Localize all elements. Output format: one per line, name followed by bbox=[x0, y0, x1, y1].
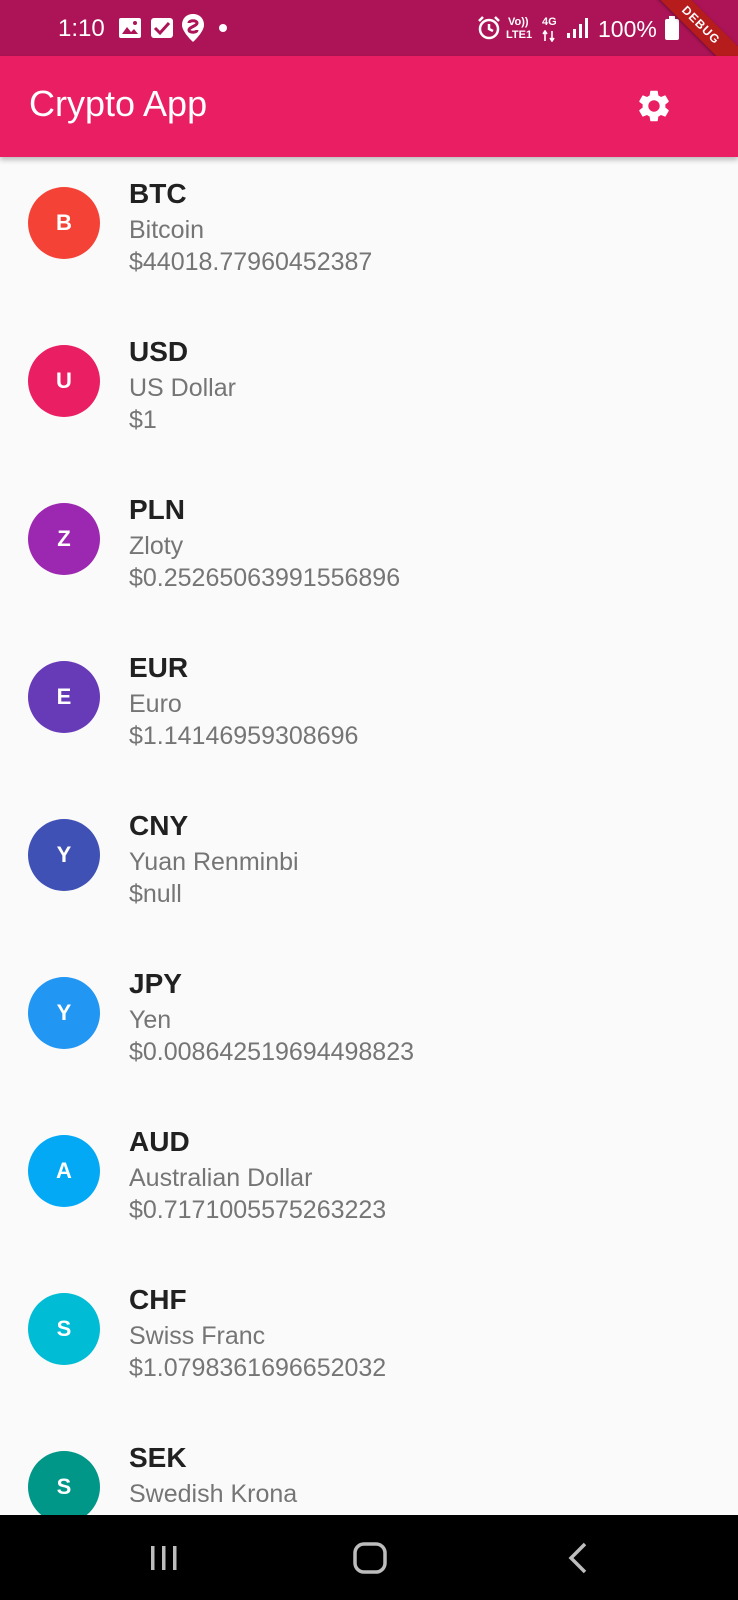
navigation-bar bbox=[0, 1515, 738, 1600]
recents-icon bbox=[151, 1546, 177, 1570]
currency-price: $0.25265063991556896 bbox=[129, 564, 401, 592]
currency-code: BTC bbox=[129, 178, 187, 209]
currency-name: Yuan Renminbi bbox=[129, 848, 299, 876]
currency-code: USD bbox=[129, 336, 189, 367]
lte-label: LTE1 bbox=[506, 29, 533, 41]
home-icon bbox=[353, 1542, 387, 1574]
currency-avatar: S bbox=[28, 1451, 100, 1515]
currency-price: $0.008642519694498823 bbox=[129, 1038, 415, 1066]
gallery-icon bbox=[118, 14, 142, 42]
currency-name: Bitcoin bbox=[129, 216, 205, 244]
status-bar: 1:10 Vo)) LTE1 4G 100% DEBUG bbox=[0, 0, 738, 86]
currency-list-item[interactable]: Y CNY Yuan Renminbi $null bbox=[0, 789, 738, 947]
currency-code: SEK bbox=[129, 1442, 187, 1473]
currency-name: Zloty bbox=[129, 532, 184, 560]
settings-button[interactable] bbox=[630, 82, 678, 130]
currency-price: $null bbox=[129, 880, 182, 908]
currency-price: $1.0798361696652032 bbox=[129, 1354, 387, 1382]
back-button[interactable] bbox=[548, 1533, 608, 1583]
signal-icon bbox=[566, 14, 590, 42]
currency-avatar: E bbox=[28, 661, 100, 733]
currency-list-item[interactable]: Z PLN Zloty $0.25265063991556896 bbox=[0, 473, 738, 631]
currency-name: Yen bbox=[129, 1006, 172, 1034]
back-icon bbox=[568, 1542, 587, 1574]
currency-code: AUD bbox=[129, 1126, 190, 1157]
currency-avatar: Z bbox=[28, 503, 100, 575]
currency-code: CHF bbox=[129, 1284, 187, 1315]
currency-price: $44018.77960452387 bbox=[129, 248, 373, 276]
checkbox-icon bbox=[150, 14, 174, 42]
currency-name: US Dollar bbox=[129, 374, 236, 402]
currency-price: $1.14146959308696 bbox=[129, 722, 359, 750]
currency-avatar: Y bbox=[28, 977, 100, 1049]
volte-label: Vo)) bbox=[508, 16, 529, 28]
currency-list-item[interactable]: B BTC Bitcoin $44018.77960452387 bbox=[0, 157, 738, 315]
currency-list-item[interactable]: S CHF Swiss Franc $1.0798361696652032 bbox=[0, 1263, 738, 1421]
swiggy-icon bbox=[180, 14, 206, 42]
currency-list-item[interactable]: E EUR Euro $1.14146959308696 bbox=[0, 631, 738, 789]
app-title: Crypto App bbox=[29, 83, 208, 124]
currency-avatar: S bbox=[28, 1293, 100, 1365]
app-bar: Crypto App bbox=[0, 56, 738, 157]
currency-avatar: B bbox=[28, 187, 100, 259]
screen: 1:10 Vo)) LTE1 4G 100% DEBUG Crypto App … bbox=[0, 0, 738, 1600]
gear-icon bbox=[639, 90, 669, 122]
currency-price: $0.7171005575263223 bbox=[129, 1196, 387, 1224]
battery-percent: 100% bbox=[598, 16, 657, 42]
battery-icon bbox=[664, 14, 680, 42]
currency-avatar: Y bbox=[28, 819, 100, 891]
currency-list-item[interactable]: S SEK Swedish Krona bbox=[0, 1421, 738, 1515]
notification-dot-icon bbox=[218, 14, 228, 42]
status-time: 1:10 bbox=[58, 15, 105, 42]
currency-code: EUR bbox=[129, 652, 189, 683]
currency-code: CNY bbox=[129, 810, 189, 841]
currency-code: JPY bbox=[129, 968, 182, 999]
currency-avatar: A bbox=[28, 1135, 100, 1207]
currency-list[interactable]: B BTC Bitcoin $44018.77960452387 U USD US Doll… bbox=[0, 157, 738, 1515]
alarm-icon bbox=[476, 14, 502, 42]
recents-button[interactable] bbox=[134, 1533, 194, 1583]
currency-name: Swedish Krona bbox=[129, 1480, 298, 1508]
currency-name: Swiss Franc bbox=[129, 1322, 266, 1350]
home-button[interactable] bbox=[340, 1533, 400, 1583]
currency-name: Euro bbox=[129, 690, 182, 718]
data-arrows-icon bbox=[542, 30, 556, 42]
currency-name: Australian Dollar bbox=[129, 1164, 313, 1192]
currency-list-item[interactable]: A AUD Australian Dollar $0.7171005575263223 bbox=[0, 1105, 738, 1263]
currency-list-item[interactable]: U USD US Dollar $1 bbox=[0, 315, 738, 473]
network-type-label: 4G bbox=[542, 16, 557, 28]
currency-code: PLN bbox=[129, 494, 185, 525]
currency-avatar: U bbox=[28, 345, 100, 417]
currency-price: $1 bbox=[129, 406, 157, 434]
currency-list-item[interactable]: Y JPY Yen $0.008642519694498823 bbox=[0, 947, 738, 1105]
